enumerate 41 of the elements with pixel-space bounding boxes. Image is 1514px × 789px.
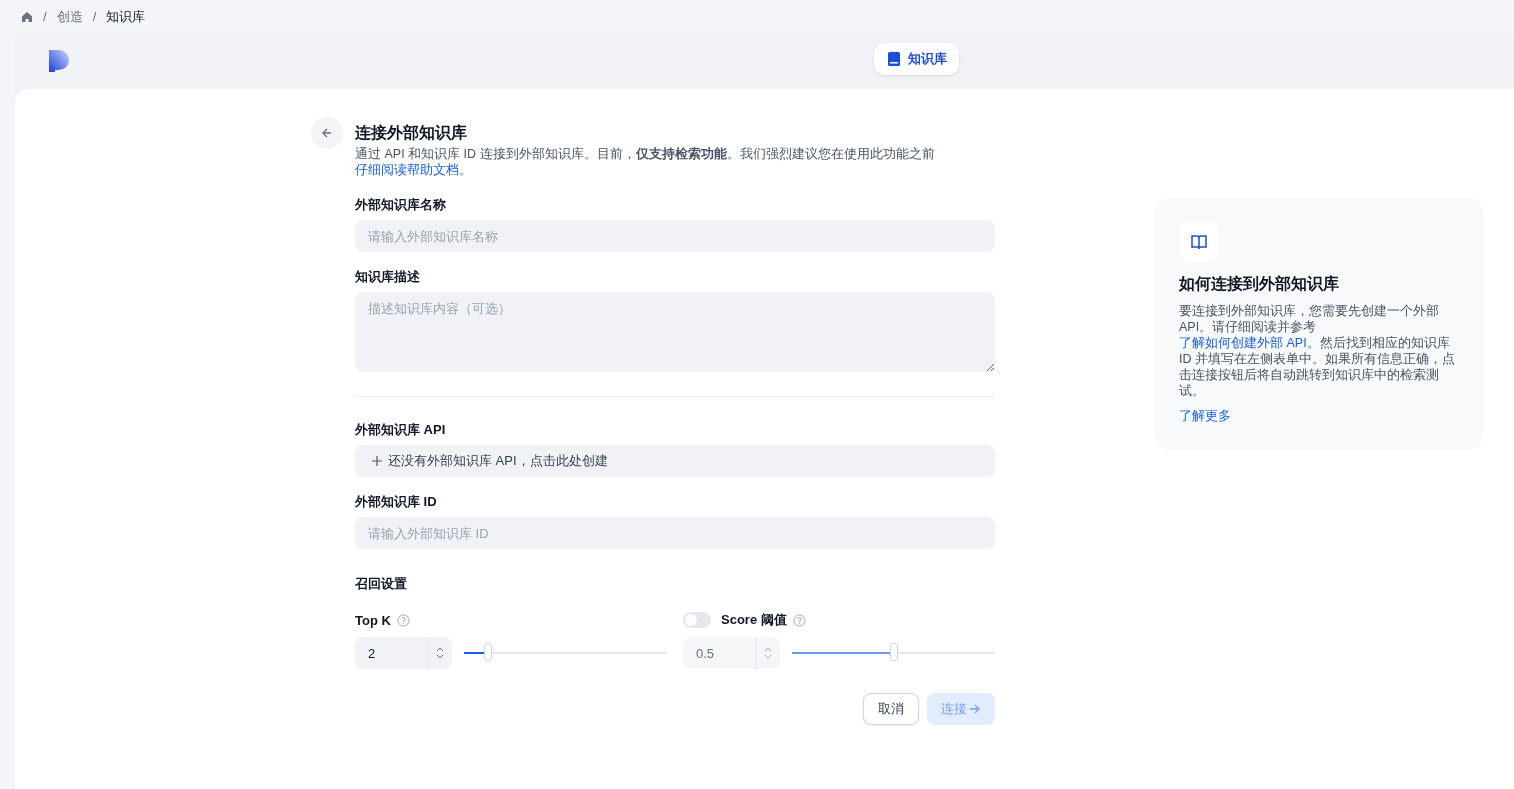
page-description: 通过 API 和知识库 ID 连接到外部知识库。目前，仅支持检索功能。我们强烈建议您在使用此功能之前 仔细阅读帮助文档。 xyxy=(355,146,936,178)
description-input[interactable]: 描述知识库内容（可选） xyxy=(355,292,995,372)
name-input[interactable]: 请输入外部知识库名称 xyxy=(355,220,995,252)
slider-handle[interactable] xyxy=(889,643,898,661)
section-title: 召回设置 xyxy=(355,575,408,593)
create-api-link[interactable]: 了解如何创建外部 API xyxy=(1179,336,1307,350)
learn-more-link[interactable]: 了解更多 xyxy=(1179,407,1231,425)
page-title: 连接外部知识库 xyxy=(355,123,468,143)
breadcrumb-separator: / xyxy=(92,9,97,24)
id-input[interactable]: 请输入外部知识库 ID xyxy=(355,517,995,549)
create-api-button[interactable]: 还没有外部知识库 API，点击此处创建 xyxy=(355,445,995,477)
field-label: Top K xyxy=(355,612,391,628)
plus-icon xyxy=(372,456,382,466)
card-text: 要连接到外部知识库，您需要先创建一个外部 API。请仔细阅读并参考 了解如何创建外部 API。然后找到相应的知识库 ID 并填写在左侧表单中。如果所有信息正确，点击连接按钮后将自动跳转到知识库中的检索测试。 xyxy=(1179,303,1456,399)
spinner-arrows-icon[interactable] xyxy=(764,646,772,660)
spinner-arrows-icon[interactable] xyxy=(436,646,444,660)
help-icon[interactable] xyxy=(792,613,806,627)
logo-icon xyxy=(49,50,69,72)
book-icon xyxy=(888,52,900,66)
number-input[interactable]: 2 xyxy=(355,637,452,669)
breadcrumb-separator: / xyxy=(43,9,47,24)
breadcrumb-current: 知识库 xyxy=(106,7,146,26)
field-label: 外部知识库 API xyxy=(355,421,447,439)
field-label: 外部知识库名称 xyxy=(355,196,447,214)
field-label: Score 阈值 xyxy=(721,611,787,629)
arrow-left-icon xyxy=(321,127,333,139)
back-button[interactable] xyxy=(311,117,343,149)
knowledge-tab[interactable]: 知识库 xyxy=(874,43,959,75)
home-icon[interactable] xyxy=(21,10,33,23)
help-doc-link[interactable]: 仔细阅读帮助文档 xyxy=(355,163,459,177)
slider-handle[interactable] xyxy=(484,643,493,661)
score-toggle[interactable] xyxy=(683,612,711,628)
arrow-right-icon xyxy=(969,703,981,715)
help-icon[interactable] xyxy=(396,613,410,627)
cancel-button[interactable]: 取消 xyxy=(863,693,919,725)
field-label: 知识库描述 xyxy=(355,268,421,286)
number-input[interactable]: 0.5 xyxy=(683,637,780,669)
open-book-icon xyxy=(1191,235,1207,249)
breadcrumb-link[interactable]: 创造 xyxy=(56,7,83,26)
card-title: 如何连接到外部知识库 xyxy=(1179,274,1340,294)
field-label: 外部知识库 ID xyxy=(355,493,438,511)
